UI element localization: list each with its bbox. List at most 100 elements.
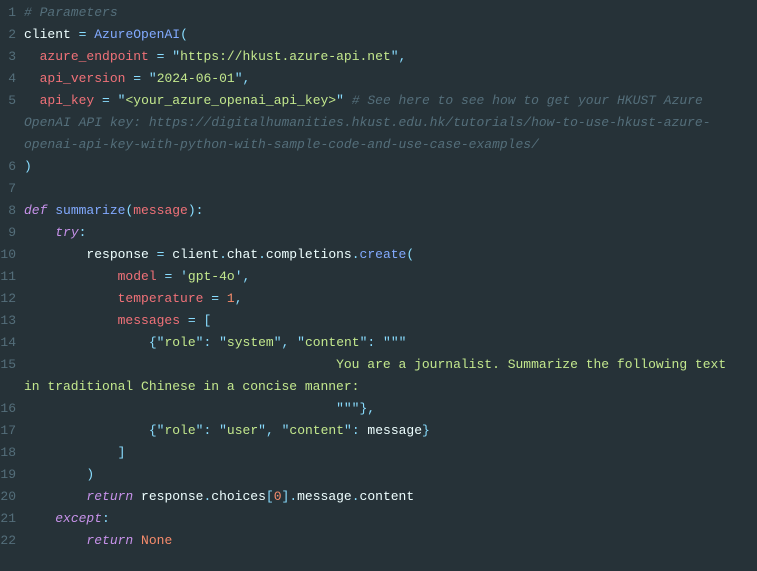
token: , bbox=[243, 269, 251, 284]
line-number: 15 bbox=[0, 354, 24, 376]
token: ] bbox=[118, 445, 126, 460]
token: 2024-06-01 bbox=[157, 71, 235, 86]
token: api_key bbox=[40, 93, 95, 108]
token: : bbox=[352, 423, 360, 438]
token: messages bbox=[118, 313, 180, 328]
token: return bbox=[86, 489, 133, 504]
token: # Parameters bbox=[24, 5, 118, 20]
code-line[interactable]: 12 temperature = 1, bbox=[0, 288, 757, 310]
token: ) bbox=[86, 467, 94, 482]
line-number: 22 bbox=[0, 530, 24, 552]
token bbox=[211, 335, 219, 350]
code-content[interactable]: def summarize(message): bbox=[24, 200, 757, 222]
token: [ bbox=[266, 489, 274, 504]
token: " bbox=[274, 335, 282, 350]
code-line[interactable]: 1# Parameters bbox=[0, 2, 757, 24]
line-number: 10 bbox=[0, 244, 24, 266]
code-line[interactable]: 9 try: bbox=[0, 222, 757, 244]
token: azure_endpoint bbox=[40, 49, 149, 64]
code-content[interactable]: response = client.chat.completions.creat… bbox=[24, 244, 757, 266]
token: content bbox=[360, 489, 415, 504]
token: None bbox=[141, 533, 172, 548]
line-number: 4 bbox=[0, 68, 24, 90]
code-line[interactable]: 22 return None bbox=[0, 530, 757, 552]
code-line[interactable]: 15 You are a journalist. Summarize the f… bbox=[0, 354, 757, 398]
token: , bbox=[243, 71, 251, 86]
code-content[interactable]: model = 'gpt-4o', bbox=[24, 266, 757, 288]
code-line[interactable]: 4 api_version = "2024-06-01", bbox=[0, 68, 757, 90]
token: except bbox=[55, 511, 102, 526]
token: : bbox=[79, 225, 87, 240]
code-line[interactable]: 10 response = client.chat.completions.cr… bbox=[0, 244, 757, 266]
code-line[interactable]: 19 ) bbox=[0, 464, 757, 486]
token bbox=[289, 335, 297, 350]
code-content[interactable]: return response.choices[0].message.conte… bbox=[24, 486, 757, 508]
code-content[interactable]: {"role": "system", "content": """ bbox=[24, 332, 757, 354]
code-line[interactable]: 8def summarize(message): bbox=[0, 200, 757, 222]
token bbox=[24, 335, 149, 350]
code-line[interactable]: 14 {"role": "system", "content": """ bbox=[0, 332, 757, 354]
token: create bbox=[360, 247, 407, 262]
code-line[interactable]: 16 """}, bbox=[0, 398, 757, 420]
line-number: 8 bbox=[0, 200, 24, 222]
code-line[interactable]: 5 api_key = "<your_azure_openai_api_key>… bbox=[0, 90, 757, 156]
code-line[interactable]: 13 messages = [ bbox=[0, 310, 757, 332]
token: ) bbox=[24, 159, 32, 174]
token: { bbox=[149, 423, 157, 438]
code-line[interactable]: 17 {"role": "user", "content": message} bbox=[0, 420, 757, 442]
code-line[interactable]: 21 except: bbox=[0, 508, 757, 530]
token: response bbox=[133, 489, 203, 504]
token bbox=[24, 49, 40, 64]
line-number: 19 bbox=[0, 464, 24, 486]
token: ' bbox=[235, 269, 243, 284]
token: model bbox=[118, 269, 157, 284]
token: ( bbox=[180, 27, 188, 42]
line-number: 18 bbox=[0, 442, 24, 464]
token bbox=[24, 93, 40, 108]
code-content[interactable]: ) bbox=[24, 464, 757, 486]
code-content[interactable]: ] bbox=[24, 442, 757, 464]
token: def bbox=[24, 203, 47, 218]
code-editor[interactable]: 1# Parameters2client = AzureOpenAI(3 azu… bbox=[0, 2, 757, 552]
code-content[interactable]: # Parameters bbox=[24, 2, 757, 24]
code-content[interactable]: """}, bbox=[24, 398, 757, 420]
code-line[interactable]: 2client = AzureOpenAI( bbox=[0, 24, 757, 46]
token: , bbox=[235, 291, 243, 306]
code-content[interactable]: try: bbox=[24, 222, 757, 244]
token bbox=[180, 313, 188, 328]
token bbox=[110, 93, 118, 108]
token: choices bbox=[211, 489, 266, 504]
token bbox=[375, 335, 383, 350]
token: { bbox=[149, 335, 157, 350]
token: = bbox=[102, 93, 110, 108]
code-content[interactable]: messages = [ bbox=[24, 310, 757, 332]
code-content[interactable]: temperature = 1, bbox=[24, 288, 757, 310]
code-content[interactable]: return None bbox=[24, 530, 757, 552]
code-content[interactable]: {"role": "user", "content": message} bbox=[24, 420, 757, 442]
code-content[interactable]: api_key = "<your_azure_openai_api_key>" … bbox=[24, 90, 757, 156]
code-line[interactable]: 3 azure_endpoint = "https://hkust.azure-… bbox=[0, 46, 757, 68]
token bbox=[133, 533, 141, 548]
token: <your_azure_openai_api_key> bbox=[125, 93, 336, 108]
code-content[interactable]: client = AzureOpenAI( bbox=[24, 24, 757, 46]
code-content[interactable]: ) bbox=[24, 156, 757, 178]
token bbox=[24, 533, 86, 548]
code-line[interactable]: 18 ] bbox=[0, 442, 757, 464]
token: system bbox=[227, 335, 274, 350]
code-line[interactable]: 20 return response.choices[0].message.co… bbox=[0, 486, 757, 508]
code-line[interactable]: 11 model = 'gpt-4o', bbox=[0, 266, 757, 288]
code-line[interactable]: 6) bbox=[0, 156, 757, 178]
token: " bbox=[235, 71, 243, 86]
token: completions bbox=[266, 247, 352, 262]
token: " bbox=[219, 423, 227, 438]
token bbox=[24, 445, 118, 460]
code-content[interactable]: You are a journalist. Summarize the foll… bbox=[24, 354, 757, 398]
code-content[interactable]: azure_endpoint = "https://hkust.azure-ap… bbox=[24, 46, 757, 68]
token: " bbox=[172, 49, 180, 64]
line-number: 11 bbox=[0, 266, 24, 288]
code-line[interactable]: 7 bbox=[0, 178, 757, 200]
code-content[interactable]: except: bbox=[24, 508, 757, 530]
code-content[interactable]: api_version = "2024-06-01", bbox=[24, 68, 757, 90]
token: 1 bbox=[227, 291, 235, 306]
token: response bbox=[24, 247, 157, 262]
